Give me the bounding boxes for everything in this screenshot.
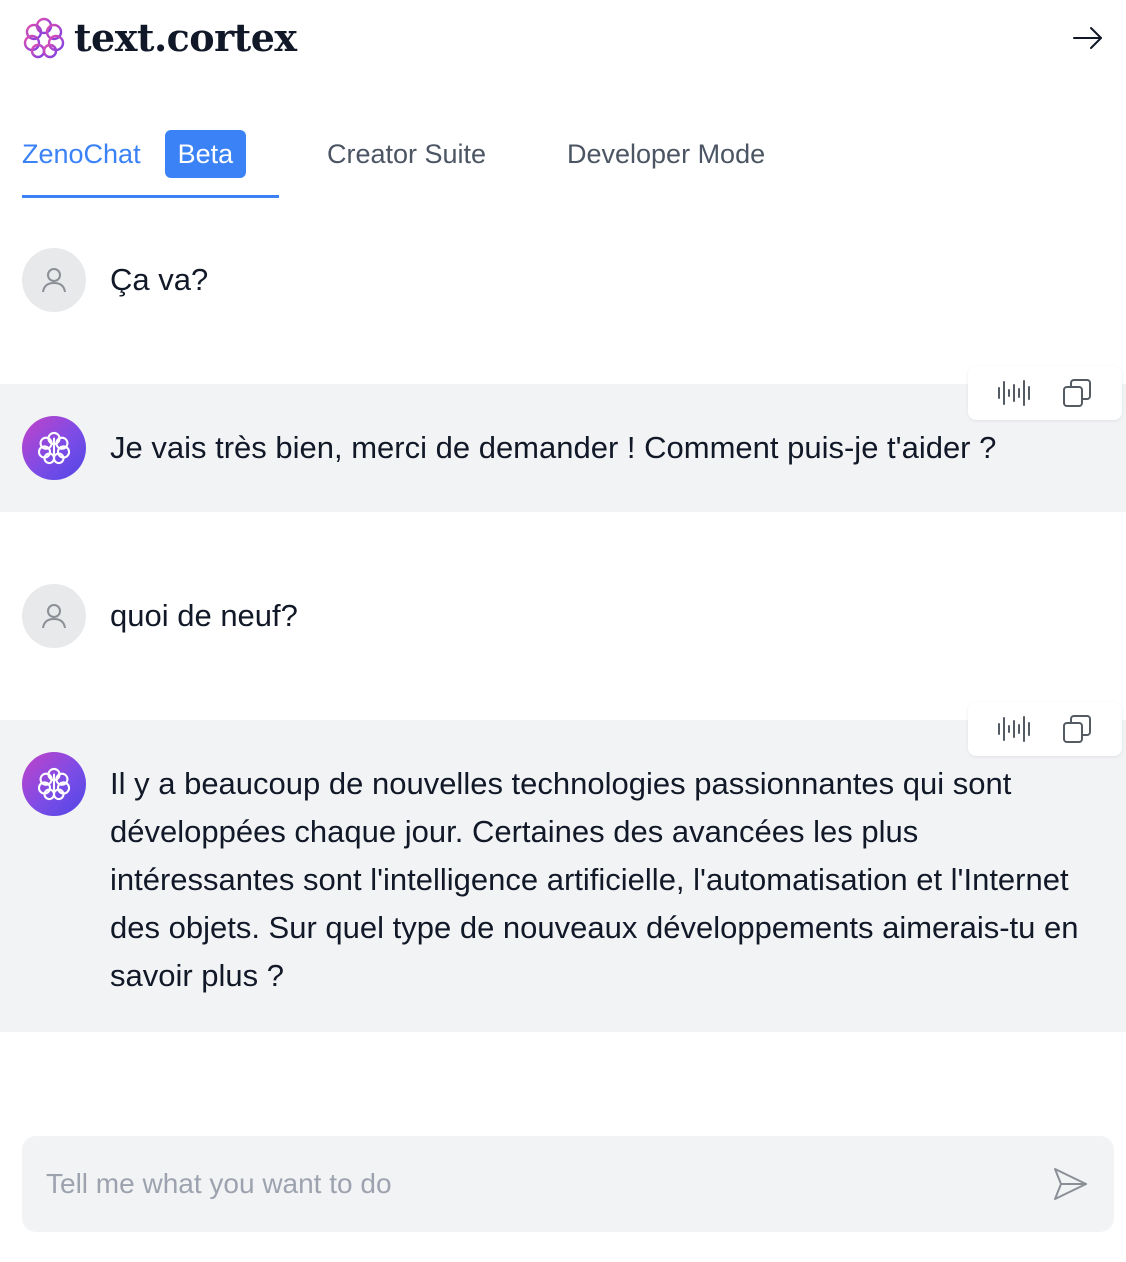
zenochat-panel: text.cortex ZenoChat Beta Creator Suite …	[0, 0, 1126, 1262]
tab-zenochat[interactable]: ZenoChat Beta	[22, 118, 280, 198]
assistant-avatar	[22, 752, 86, 816]
arrow-right-icon[interactable]	[1070, 20, 1106, 56]
message-text: Je vais très bien, merci de demander ! C…	[110, 430, 997, 465]
audio-waveform-icon[interactable]	[994, 709, 1034, 749]
send-icon[interactable]	[1050, 1164, 1090, 1204]
chat-input[interactable]	[46, 1136, 1026, 1232]
message-actions	[968, 702, 1122, 756]
tab-zenochat-label: ZenoChat	[22, 139, 141, 169]
tab-developer-mode-label: Developer Mode	[567, 139, 766, 169]
message-text: Ça va?	[110, 262, 209, 297]
user-message: Ça va?	[0, 240, 1126, 330]
user-icon	[42, 268, 66, 293]
brand-logo[interactable]: text.cortex	[20, 14, 297, 62]
mode-tabs: ZenoChat Beta Creator Suite Developer Mo…	[22, 118, 1102, 198]
chat-composer	[22, 1136, 1114, 1232]
message-actions	[968, 366, 1122, 420]
copy-icon[interactable]	[1057, 373, 1097, 413]
audio-waveform-icon[interactable]	[994, 373, 1034, 413]
tab-developer-mode[interactable]: Developer Mode	[567, 118, 765, 198]
tab-creator-suite[interactable]: Creator Suite	[327, 118, 486, 198]
message-text: Il y a beaucoup de nouvelles technologie…	[110, 766, 1079, 993]
brain-icon	[37, 431, 71, 465]
assistant-message: Il y a beaucoup de nouvelles technologie…	[0, 702, 1126, 1032]
assistant-avatar	[22, 416, 86, 480]
copy-icon[interactable]	[1057, 709, 1097, 749]
user-avatar	[22, 248, 86, 312]
assistant-message: Je vais très bien, merci de demander ! C…	[0, 366, 1126, 512]
message-text: quoi de neuf?	[110, 598, 298, 633]
header: text.cortex	[0, 0, 1126, 80]
user-icon	[42, 604, 66, 629]
brain-icon	[23, 17, 65, 59]
user-avatar	[22, 584, 86, 648]
brain-icon	[37, 767, 71, 801]
brand-name: text.cortex	[74, 15, 297, 60]
beta-badge: Beta	[164, 130, 247, 178]
user-message: quoi de neuf?	[0, 576, 1126, 666]
tab-creator-suite-label: Creator Suite	[327, 139, 487, 169]
